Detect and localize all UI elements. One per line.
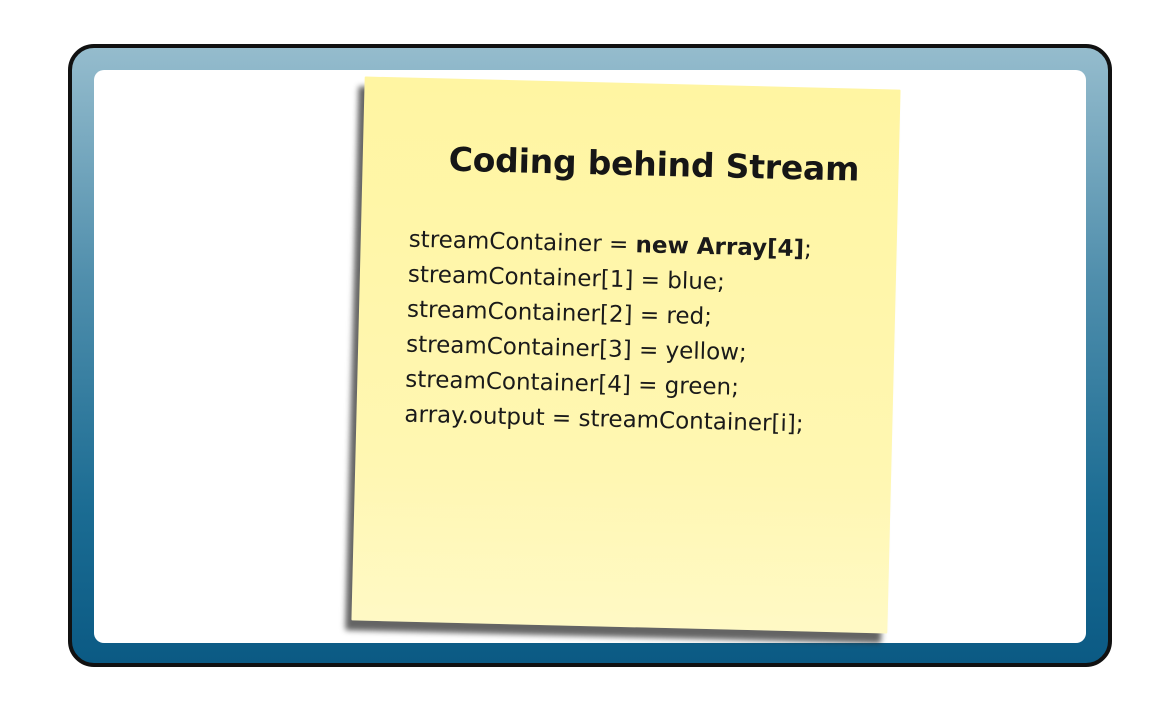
note-title: Coding behind Stream <box>448 139 860 189</box>
sticky-note: Coding behind Stream streamContainer = n… <box>351 76 901 634</box>
code-line-1-prefix: streamContainer = <box>408 226 636 259</box>
code-line-1-bold: new Array[4] <box>635 232 805 263</box>
code-snippet: streamContainer = new Array[4]; streamCo… <box>404 223 849 444</box>
sticky-note-wrapper: Coding behind Stream streamContainer = n… <box>345 76 901 644</box>
code-line-1-suffix: ; <box>803 236 813 263</box>
